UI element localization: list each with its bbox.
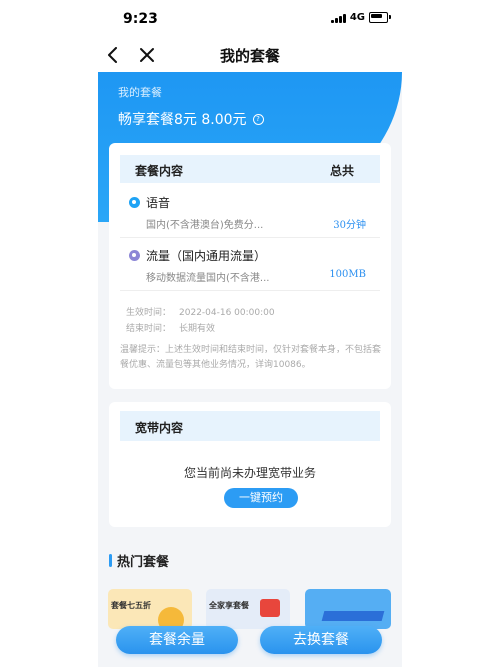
item-value: 100MB <box>329 269 366 280</box>
plan-name: 畅享套餐8元 8.00元 ? <box>118 109 264 129</box>
promo-title: 全家享套餐 <box>209 601 249 610</box>
network-type: 4G <box>349 12 365 23</box>
status-bar: 9:23 4G <box>98 0 402 38</box>
item-name: 流量（国内通用流量） <box>146 249 267 263</box>
bottom-action-bar: 套餐余量 去换套餐 <box>98 620 402 667</box>
package-balance-button[interactable]: 套餐余量 <box>116 626 238 654</box>
promo-title: 套餐七五折 <box>111 601 151 610</box>
notice-text: 温馨提示：上述生效时间和结束时间，仅针对套餐本身，不包括套餐优惠、流量包等其他业… <box>120 345 382 370</box>
page-title: 我的套餐 <box>219 47 280 65</box>
phone-screen: 9:23 4G 我的套餐 我的套餐 畅享套餐8元 8.00元 ? 套餐内容 总共… <box>98 0 402 667</box>
item-name: 语音 <box>146 196 171 210</box>
battery-icon <box>369 12 391 23</box>
item-desc: 国内(不含港澳台)免费分... <box>146 220 264 231</box>
package-card: 套餐内容 总共 语音 国内(不含港澳台)免费分... 30分钟 流量（国内通用流… <box>109 143 391 389</box>
section-accent-bar <box>109 554 112 567</box>
signal-icon <box>331 13 346 23</box>
package-item-voice[interactable]: 语音 国内(不含港澳台)免费分... 30分钟 <box>120 187 380 238</box>
gift-icon <box>260 599 280 617</box>
status-time: 9:23 <box>123 11 158 27</box>
effective-date-label: 生效时间： <box>126 308 172 318</box>
hero-label: 我的套餐 <box>118 86 162 99</box>
end-date-value: 长期有效 <box>179 324 216 334</box>
broadband-card: 宽带内容 您当前尚未办理宽带业务 一键预约 <box>109 402 391 527</box>
broadband-header-title: 宽带内容 <box>135 421 184 435</box>
broadband-message: 您当前尚未办理宽带业务 <box>183 466 316 480</box>
book-broadband-button[interactable]: 一键预约 <box>224 488 298 508</box>
end-date-row: 结束时间： 长期有效 <box>126 321 215 334</box>
end-date-label: 结束时间： <box>126 324 172 334</box>
status-indicators: 4G <box>331 12 391 23</box>
voice-dot-icon <box>129 197 140 208</box>
package-header: 套餐内容 总共 <box>120 155 380 183</box>
change-package-button[interactable]: 去换套餐 <box>260 626 382 654</box>
broadband-header: 宽带内容 <box>120 411 380 441</box>
help-icon[interactable]: ? <box>252 113 264 125</box>
data-dot-icon <box>129 250 140 261</box>
nav-bar: 我的套餐 <box>98 38 402 72</box>
item-value: 30分钟 <box>333 220 366 231</box>
hot-packages-heading: 热门套餐 <box>109 551 169 570</box>
effective-date-row: 生效时间： 2022-04-16 00:00:00 <box>126 305 275 318</box>
plan-name-text: 畅享套餐8元 8.00元 <box>118 112 247 128</box>
item-desc: 移动数据流量国内(不含港... <box>146 273 270 284</box>
package-header-title: 套餐内容 <box>135 164 184 178</box>
hot-packages-title: 热门套餐 <box>117 555 170 570</box>
package-header-total: 总共 <box>329 164 354 178</box>
package-item-data[interactable]: 流量（国内通用流量） 移动数据流量国内(不含港... 100MB <box>120 240 380 291</box>
effective-date-value: 2022-04-16 00:00:00 <box>179 308 275 318</box>
